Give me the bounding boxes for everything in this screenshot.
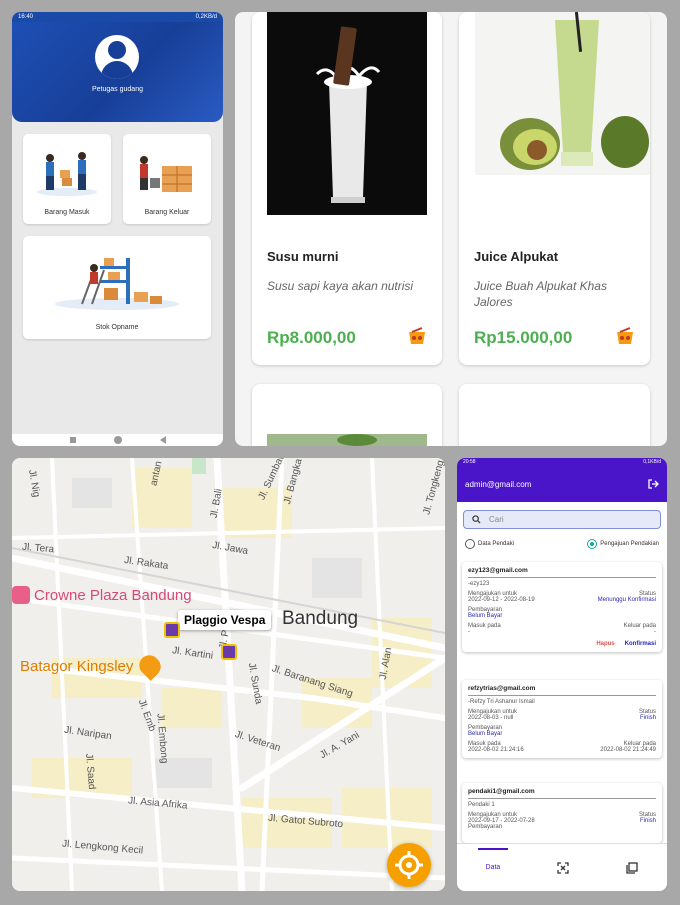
poi-label[interactable]: Batagor Kingsley xyxy=(20,658,133,675)
product-card[interactable]: Juice Alpukat Juice Buah Alpukat Khas Ja… xyxy=(459,12,650,365)
entry-email: pendaki1@gmail.com xyxy=(468,788,656,799)
submission-card[interactable]: pendaki1@gmail.com Pendaki 1 Mengajukan … xyxy=(462,783,662,843)
product-price: Rp8.000,00 xyxy=(267,328,356,347)
logout-icon[interactable] xyxy=(647,478,659,490)
entry-exit: 2022-08-02 21:24:49 xyxy=(600,747,656,753)
barang-keluar-label: Barang Keluar xyxy=(144,209,190,216)
product-card[interactable]: Susu murni Susu sapi kaya akan nutrisi R… xyxy=(252,12,442,365)
delete-button[interactable]: Hapus xyxy=(596,641,614,647)
status-info: 0,2KB/d xyxy=(195,14,217,20)
role-label: Petugas gudang xyxy=(92,86,143,93)
barang-masuk-label: Barang Masuk xyxy=(44,209,90,216)
hotel-icon[interactable] xyxy=(12,586,30,604)
map-view[interactable]: Jl. Sumbawa Jl. Bangka Jl. Tongkeng Jl. … xyxy=(12,458,445,891)
admin-screen: 20:58 0,1KB/d admin@gmail.com Cari Data … xyxy=(457,458,667,891)
radio-checked-icon xyxy=(587,539,598,549)
product-description: Juice Buah Alpukat Khas Jalores xyxy=(474,279,607,309)
bottom-nav: Data xyxy=(457,843,667,891)
status-time: 20:58 xyxy=(463,459,476,465)
product-card[interactable] xyxy=(459,384,650,446)
profile-header: Petugas gudang xyxy=(12,22,223,122)
radio-data-pendaki[interactable]: Data Pendaki xyxy=(465,539,514,549)
location-target-icon xyxy=(395,851,423,879)
product-name: Susu murni xyxy=(267,249,339,264)
search-placeholder: Cari xyxy=(489,515,504,524)
search-input[interactable]: Cari xyxy=(463,510,661,529)
milk-image xyxy=(267,12,427,215)
poi-label[interactable]: Crowne Plaza Bandung xyxy=(34,587,192,604)
back-icon[interactable] xyxy=(159,436,166,444)
entry-status: Menunggu Konfirmasi xyxy=(597,597,656,603)
incoming-goods-icon xyxy=(37,152,97,196)
entry-enter: - xyxy=(468,629,470,635)
entry-status: Finish xyxy=(639,818,656,824)
nav-data-label: Data xyxy=(485,864,501,871)
system-nav-bar xyxy=(12,434,223,446)
stock-opname-icon xyxy=(55,258,179,310)
radio-label: Pengajuan Pendakian xyxy=(600,541,659,547)
confirm-button[interactable]: Konfirmasi xyxy=(625,641,656,647)
add-to-cart-icon[interactable] xyxy=(614,325,636,347)
payment-label: Pembayaran xyxy=(468,824,503,830)
app-bar: admin@gmail.com xyxy=(457,466,667,502)
barang-masuk-card[interactable]: Barang Masuk xyxy=(23,134,111,224)
submission-card[interactable]: refzytrias@gmail.com -Refzy Tri Ashanur … xyxy=(462,680,662,758)
outgoing-goods-icon xyxy=(140,156,192,192)
home-icon[interactable] xyxy=(113,436,122,444)
stok-opname-card[interactable]: Stok Opname xyxy=(23,236,211,339)
filter-radio-group: Data Pendaki Pengajuan Pendakian xyxy=(457,539,667,549)
product-card[interactable] xyxy=(252,384,442,446)
avocado-juice-image xyxy=(475,12,650,175)
product-name: Juice Alpukat xyxy=(474,249,559,264)
entry-dates: 2022-08-03 - null xyxy=(468,715,514,721)
product-grid-screen: Susu murni Susu sapi kaya akan nutrisi R… xyxy=(235,12,667,446)
submission-card[interactable]: ezy123@gmail.com -ezy123 Mengajukan untu… xyxy=(462,562,662,652)
recent-apps-icon[interactable] xyxy=(69,437,76,443)
marker-tooltip[interactable]: Plaggio Vespa xyxy=(178,610,272,630)
radio-label: Data Pendaki xyxy=(478,541,515,547)
add-to-cart-icon[interactable] xyxy=(406,325,428,347)
stok-opname-label: Stok Opname xyxy=(95,324,139,331)
radio-pengajuan-pendakian[interactable]: Pengajuan Pendakian xyxy=(587,539,659,549)
entry-status: Finish xyxy=(639,715,656,721)
scan-icon[interactable] xyxy=(557,861,570,874)
admin-email: admin@gmail.com xyxy=(465,479,532,489)
product-image xyxy=(267,434,427,446)
product-description: Susu sapi kaya akan nutrisi xyxy=(267,279,414,293)
city-label: Bandung xyxy=(282,608,359,629)
status-bar: 16:40 0,2KB/d xyxy=(12,12,223,22)
entry-exit: - xyxy=(654,629,656,635)
search-icon xyxy=(472,515,481,524)
status-bar: 20:58 0,1KB/d xyxy=(457,458,667,466)
avatar-icon[interactable] xyxy=(95,35,139,79)
entry-enter: 2022-08-02 21:24:16 xyxy=(468,747,524,753)
product-price: Rp15.000,00 xyxy=(474,328,573,347)
exit-label: Keluar pada xyxy=(623,623,656,629)
entry-email: ezy123@gmail.com xyxy=(468,567,656,578)
documents-icon[interactable] xyxy=(626,861,639,874)
barang-keluar-card[interactable]: Barang Keluar xyxy=(123,134,211,224)
my-location-button[interactable] xyxy=(387,843,431,887)
shop-marker-icon[interactable] xyxy=(164,622,180,638)
nav-data[interactable]: Data xyxy=(477,848,509,871)
radio-unchecked-icon xyxy=(465,539,475,549)
shop-marker-icon[interactable] xyxy=(221,644,237,660)
enter-label: Masuk pada xyxy=(468,623,501,629)
warehouse-screen: 16:40 0,2KB/d Petugas gudang Barang Masu… xyxy=(12,12,223,446)
entry-dates: 2022-09-12 - 2022-08-19 xyxy=(468,597,535,603)
entry-email: refzytrias@gmail.com xyxy=(468,685,656,696)
status-info: 0,1KB/d xyxy=(643,459,661,465)
status-time: 16:40 xyxy=(18,14,34,20)
